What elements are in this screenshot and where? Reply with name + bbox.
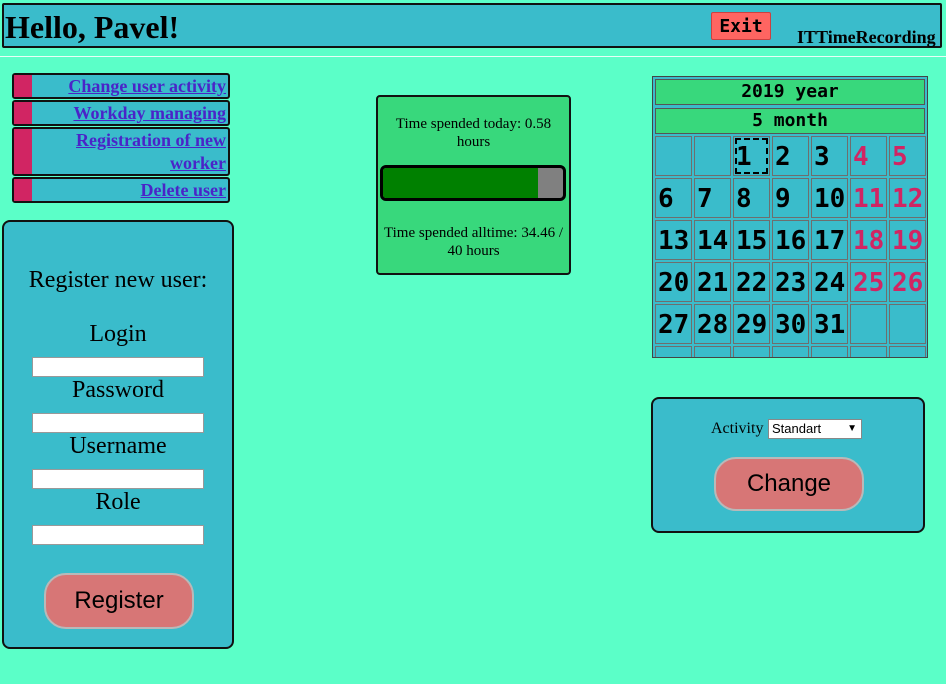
register-button[interactable]: Register (44, 573, 194, 629)
calendar-day-2[interactable]: 2 (772, 136, 809, 176)
greeting-title: Hello, Pavel! (5, 9, 180, 45)
calendar-day-16[interactable]: 16 (772, 220, 809, 260)
calendar-empty-cell (655, 136, 692, 176)
calendar-empty-cell (811, 346, 848, 357)
calendar-day-12[interactable]: 12 (889, 178, 926, 218)
calendar-day-27[interactable]: 27 (655, 304, 692, 344)
calendar-day-25[interactable]: 25 (850, 262, 887, 302)
calendar-day-9[interactable]: 9 (772, 178, 809, 218)
menu-link-registration[interactable]: Registration of new worker (36, 129, 228, 175)
activity-selected-value: Standart (772, 421, 822, 436)
login-input[interactable] (32, 357, 204, 377)
calendar-day-5[interactable]: 5 (889, 136, 926, 176)
menu-marker (14, 129, 32, 174)
calendar-day-14[interactable]: 14 (694, 220, 731, 260)
menu-item-registration[interactable]: Registration of new worker (12, 127, 230, 176)
username-input[interactable] (32, 469, 204, 489)
calendar-day-17[interactable]: 17 (811, 220, 848, 260)
calendar-empty-cell (850, 304, 887, 344)
calendar-year: 2019 year (655, 79, 925, 105)
menu-item-delete-user[interactable]: Delete user (12, 177, 230, 203)
calendar-day-13[interactable]: 13 (655, 220, 692, 260)
calendar-day-26[interactable]: 26 (889, 262, 926, 302)
menu-link-delete-user[interactable]: Delete user (36, 179, 228, 202)
calendar-empty-cell (655, 346, 692, 357)
calendar-day-1[interactable]: 1 (733, 136, 770, 176)
calendar-day-24[interactable]: 24 (811, 262, 848, 302)
calendar-empty-cell (850, 346, 887, 357)
header-divider (0, 56, 946, 57)
calendar-empty-cell (889, 304, 926, 344)
activity-label: Activity (711, 420, 764, 437)
role-input[interactable] (32, 525, 204, 545)
change-activity-button[interactable]: Change (714, 457, 864, 511)
calendar-day-4[interactable]: 4 (850, 136, 887, 176)
calendar-day-30[interactable]: 30 (772, 304, 809, 344)
menu-marker (14, 179, 32, 201)
time-progress-fill (383, 168, 539, 198)
header-bar: Hello, Pavel! Exit ITTimeRecording (2, 3, 942, 48)
activity-select[interactable]: Standart ▼ (768, 419, 862, 439)
calendar-day-11[interactable]: 11 (850, 178, 887, 218)
register-title: Register new user: (28, 267, 208, 293)
menu-link-workday-managing[interactable]: Workday managing (36, 102, 228, 125)
calendar-day-29[interactable]: 29 (733, 304, 770, 344)
calendar-day-6[interactable]: 6 (655, 178, 692, 218)
calendar-day-19[interactable]: 19 (889, 220, 926, 260)
calendar-day-8[interactable]: 8 (733, 178, 770, 218)
time-today-text: Time spended today: 0.58 hours (395, 116, 552, 150)
time-progress-bar (380, 165, 566, 201)
calendar-day-22[interactable]: 22 (733, 262, 770, 302)
username-label: Username (69, 433, 167, 459)
password-input[interactable] (32, 413, 204, 433)
activity-panel: Activity Standart ▼ Change (651, 397, 925, 533)
time-summary-panel: Time spended today: 0.58 hours Time spen… (376, 95, 571, 275)
password-label: Password (71, 377, 164, 403)
calendar-empty-cell (694, 346, 731, 357)
time-alltime-text: Time spended alltime: 34.46 / 40 hours (383, 225, 564, 259)
chevron-down-icon: ▼ (847, 423, 857, 434)
calendar-empty-cell (733, 346, 770, 357)
calendar-empty-cell (772, 346, 809, 357)
calendar-empty-cell (889, 346, 926, 357)
calendar-day-31[interactable]: 31 (811, 304, 848, 344)
calendar-day-10[interactable]: 10 (811, 178, 848, 218)
calendar-day-7[interactable]: 7 (694, 178, 731, 218)
role-label: Role (95, 489, 141, 515)
calendar-empty-cell (694, 136, 731, 176)
menu-link-change-user-activity[interactable]: Change user activity (36, 75, 228, 98)
calendar-day-28[interactable]: 28 (694, 304, 731, 344)
register-panel: Register new user: Login Password Userna… (2, 220, 234, 649)
calendar-day-15[interactable]: 15 (733, 220, 770, 260)
menu-marker (14, 75, 32, 97)
exit-button[interactable]: Exit (711, 12, 771, 40)
menu-item-change-user-activity[interactable]: Change user activity (12, 73, 230, 99)
menu-marker (14, 102, 32, 124)
calendar-day-23[interactable]: 23 (772, 262, 809, 302)
brand-name: ITTimeRecording (797, 27, 936, 47)
calendar-day-21[interactable]: 21 (694, 262, 731, 302)
menu-item-workday-managing[interactable]: Workday managing (12, 100, 230, 126)
calendar-day-18[interactable]: 18 (850, 220, 887, 260)
login-label: Login (89, 321, 147, 347)
calendar-day-3[interactable]: 3 (811, 136, 848, 176)
calendar-month: 5 month (655, 108, 925, 134)
calendar-day-20[interactable]: 20 (655, 262, 692, 302)
calendar: 2019 year 5 month 1 2 3 4 5 6 7 8 9 10 11 12 13 14 15 1… (652, 76, 928, 358)
